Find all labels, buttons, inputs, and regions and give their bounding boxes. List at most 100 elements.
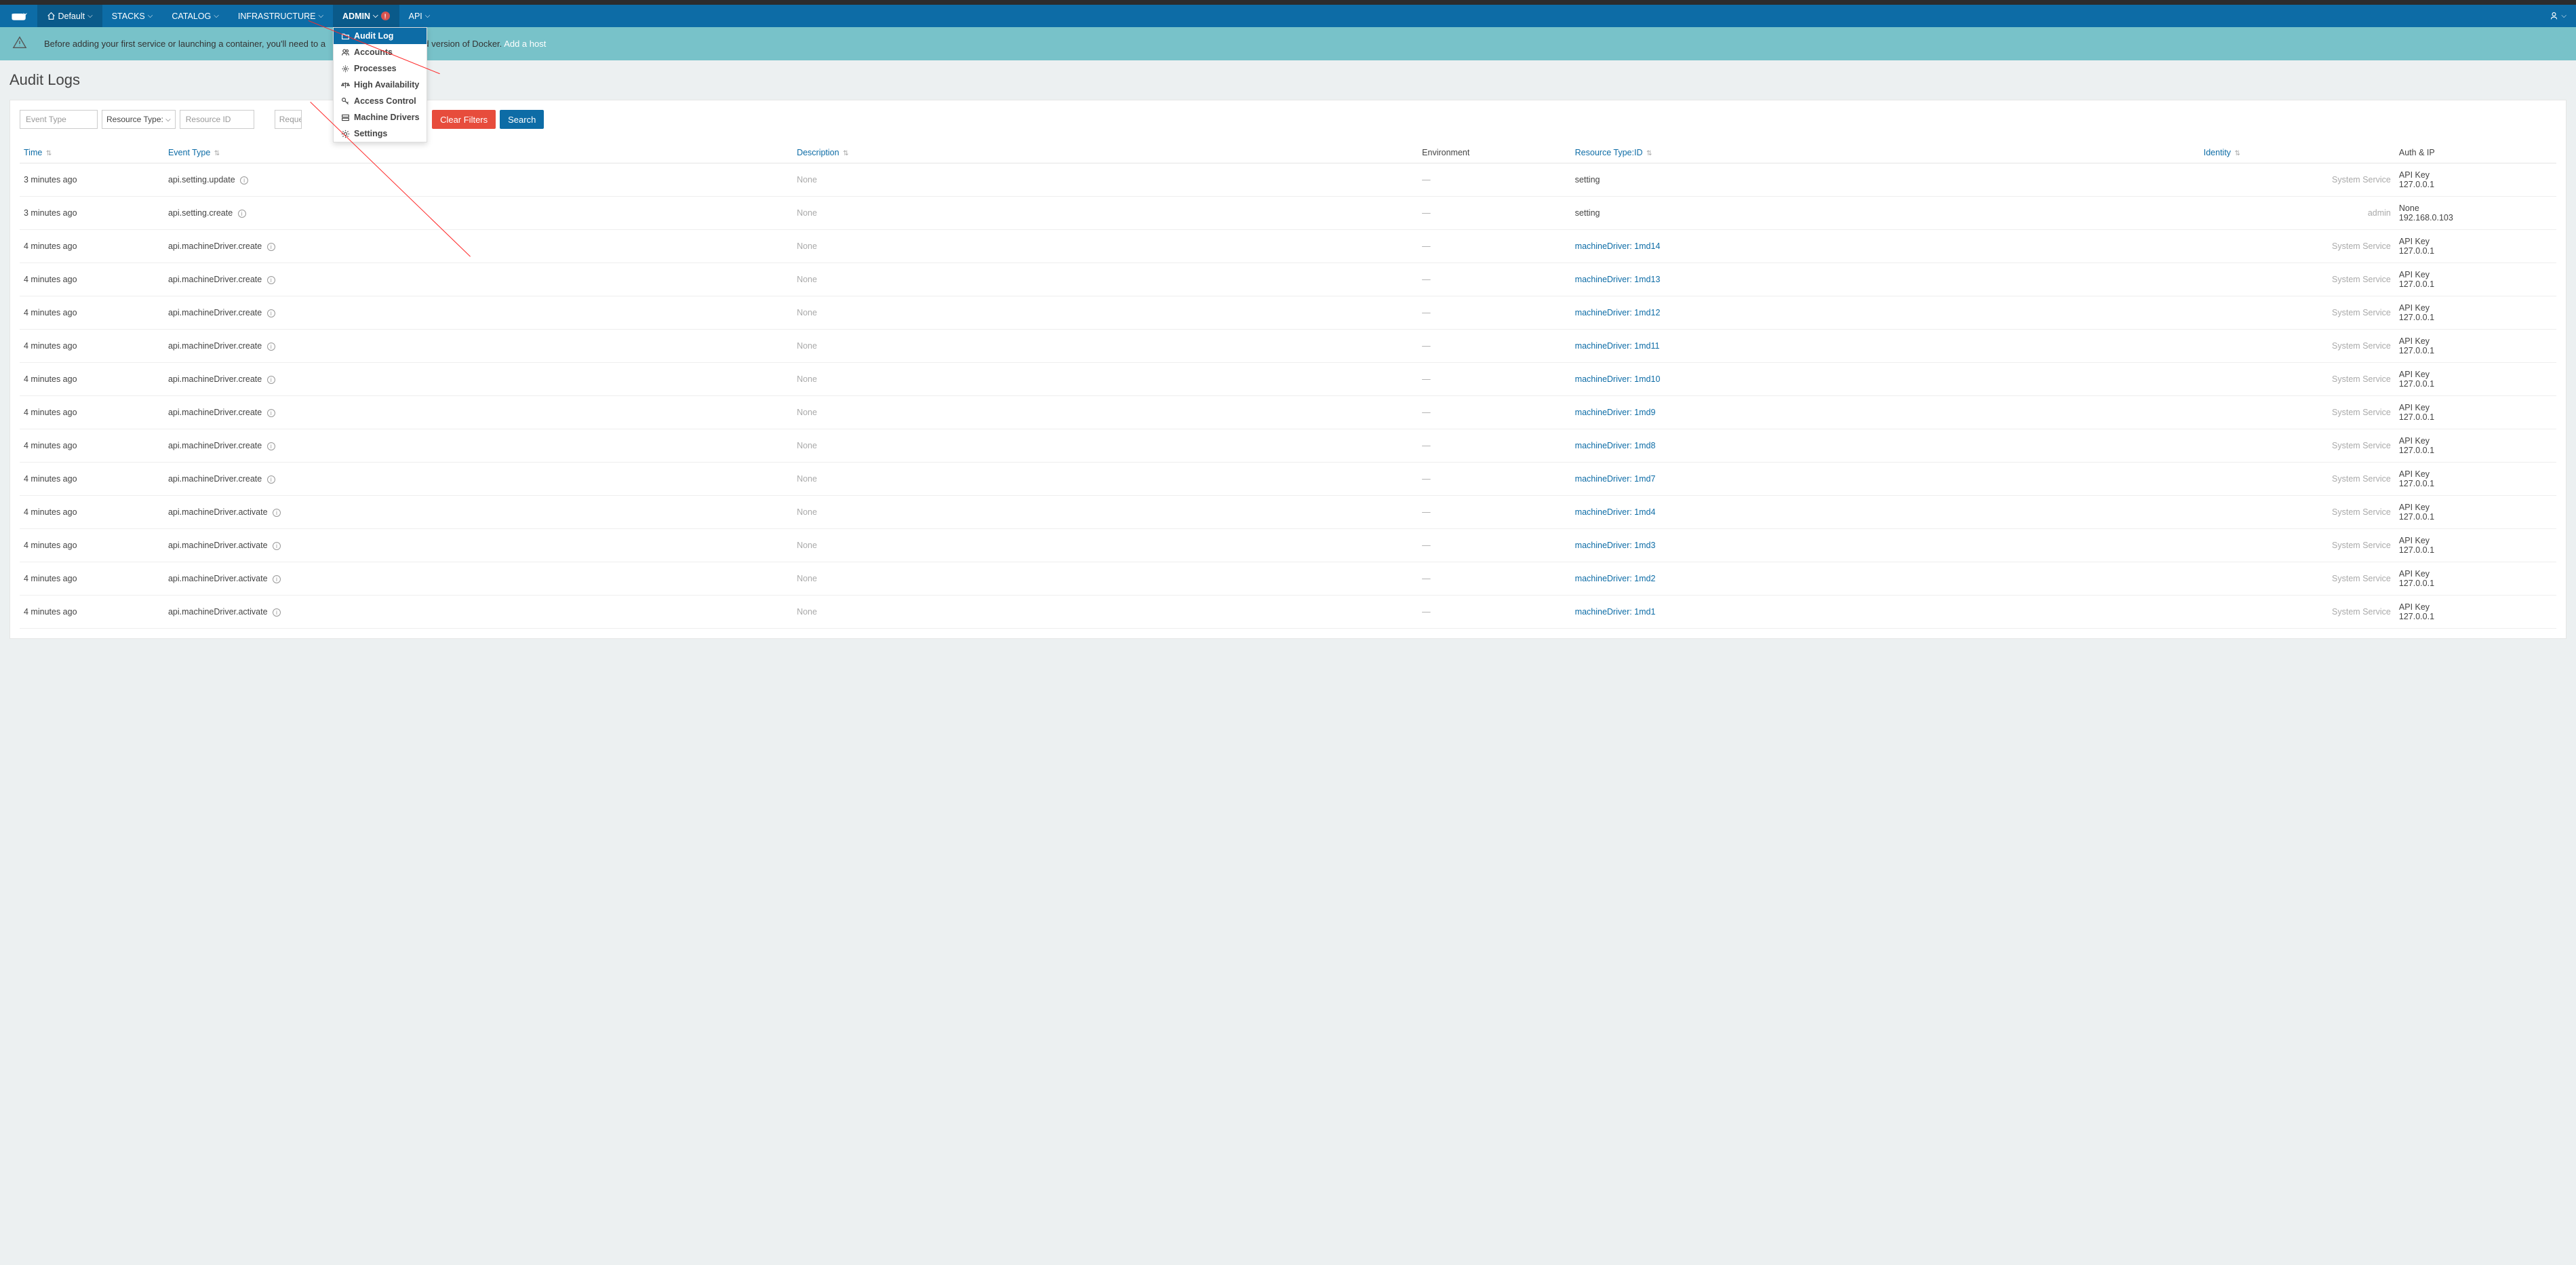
search-button[interactable]: Search bbox=[500, 110, 544, 129]
info-icon[interactable]: i bbox=[267, 376, 275, 384]
environment-selector[interactable]: Default ⌵ bbox=[37, 5, 102, 27]
cell-resource: machineDriver: 1md11 bbox=[1571, 330, 2200, 363]
cell-event: api.machineDriver.activate i bbox=[164, 596, 793, 629]
requested-input[interactable]: Reques bbox=[275, 110, 302, 129]
cell-time: 4 minutes ago bbox=[20, 529, 164, 562]
cell-env: — bbox=[1418, 296, 1571, 330]
col-time[interactable]: Time ⇅ bbox=[20, 142, 164, 163]
browser-top-strip bbox=[0, 0, 2576, 5]
info-icon[interactable]: i bbox=[267, 276, 275, 284]
cell-identity: System Service bbox=[2200, 230, 2395, 263]
cell-event: api.machineDriver.create i bbox=[164, 363, 793, 396]
cell-event: api.machineDriver.create i bbox=[164, 429, 793, 463]
cell-identity: System Service bbox=[2200, 562, 2395, 596]
resource-link[interactable]: machineDriver: 1md12 bbox=[1575, 308, 1661, 317]
info-icon[interactable]: i bbox=[273, 509, 281, 517]
resource-link[interactable]: machineDriver: 1md9 bbox=[1575, 408, 1656, 417]
menu-high-availability[interactable]: High Availability bbox=[334, 77, 427, 93]
cell-desc: None bbox=[793, 529, 1418, 562]
col-event-type[interactable]: Event Type ⇅ bbox=[164, 142, 793, 163]
chevron-down-icon: ⌵ bbox=[2561, 12, 2567, 20]
resource-link[interactable]: machineDriver: 1md8 bbox=[1575, 441, 1656, 450]
cell-auth: API Key127.0.0.1 bbox=[2395, 363, 2556, 396]
info-icon[interactable]: i bbox=[267, 442, 275, 450]
info-icon[interactable]: i bbox=[267, 243, 275, 251]
menu-audit-log[interactable]: Audit Log bbox=[334, 28, 427, 44]
resource-link[interactable]: machineDriver: 1md10 bbox=[1575, 374, 1661, 384]
menu-processes[interactable]: Processes bbox=[334, 60, 427, 77]
user-menu[interactable]: ⌵ bbox=[2540, 5, 2576, 27]
cell-identity: System Service bbox=[2200, 429, 2395, 463]
cell-auth: API Key127.0.0.1 bbox=[2395, 330, 2556, 363]
nav-infrastructure[interactable]: INFRASTRUCTURE⌵ bbox=[229, 5, 333, 27]
table-row: 4 minutes agoapi.machineDriver.create iN… bbox=[20, 463, 2556, 496]
menu-settings[interactable]: Settings bbox=[334, 125, 427, 142]
cell-env: — bbox=[1418, 496, 1571, 529]
col-description[interactable]: Description ⇅ bbox=[793, 142, 1418, 163]
cell-desc: None bbox=[793, 596, 1418, 629]
logo[interactable] bbox=[0, 5, 37, 27]
cell-desc: None bbox=[793, 496, 1418, 529]
scale-icon bbox=[340, 80, 350, 90]
cell-time: 3 minutes ago bbox=[20, 197, 164, 230]
resource-text: setting bbox=[1575, 175, 1600, 184]
info-icon[interactable]: i bbox=[267, 409, 275, 417]
env-label: Default bbox=[58, 12, 85, 21]
resource-link[interactable]: machineDriver: 1md4 bbox=[1575, 507, 1656, 517]
resource-type-select[interactable]: Resource Type: ⌵ bbox=[102, 110, 176, 129]
info-icon[interactable]: i bbox=[273, 575, 281, 583]
info-icon[interactable]: i bbox=[273, 542, 281, 550]
nav-api[interactable]: API⌵ bbox=[399, 5, 440, 27]
resource-link[interactable]: machineDriver: 1md1 bbox=[1575, 607, 1656, 617]
resource-link[interactable]: machineDriver: 1md7 bbox=[1575, 474, 1656, 484]
audit-log-table: Time ⇅ Event Type ⇅ Description ⇅ Enviro… bbox=[20, 142, 2556, 629]
cell-auth: API Key127.0.0.1 bbox=[2395, 529, 2556, 562]
info-icon[interactable]: i bbox=[267, 475, 275, 484]
menu-machine-drivers[interactable]: Machine Drivers bbox=[334, 109, 427, 125]
table-row: 4 minutes agoapi.machineDriver.create iN… bbox=[20, 230, 2556, 263]
cell-identity: System Service bbox=[2200, 163, 2395, 197]
col-identity[interactable]: Identity ⇅ bbox=[2200, 142, 2395, 163]
info-icon[interactable]: i bbox=[267, 343, 275, 351]
table-row: 4 minutes agoapi.machineDriver.create iN… bbox=[20, 429, 2556, 463]
info-icon[interactable]: i bbox=[238, 210, 246, 218]
add-host-link[interactable]: Add a host bbox=[504, 39, 546, 49]
resource-link[interactable]: machineDriver: 1md3 bbox=[1575, 541, 1656, 550]
info-icon[interactable]: i bbox=[240, 176, 248, 184]
cell-identity: System Service bbox=[2200, 330, 2395, 363]
cell-resource: machineDriver: 1md3 bbox=[1571, 529, 2200, 562]
table-row: 4 minutes agoapi.machineDriver.create iN… bbox=[20, 396, 2556, 429]
resource-link[interactable]: machineDriver: 1md14 bbox=[1575, 241, 1661, 251]
cell-resource: machineDriver: 1md8 bbox=[1571, 429, 2200, 463]
cell-desc: None bbox=[793, 363, 1418, 396]
table-row: 4 minutes agoapi.machineDriver.create iN… bbox=[20, 363, 2556, 396]
cell-auth: API Key127.0.0.1 bbox=[2395, 496, 2556, 529]
settings-icon bbox=[340, 129, 350, 138]
cell-event: api.setting.update i bbox=[164, 163, 793, 197]
menu-accounts[interactable]: Accounts bbox=[334, 44, 427, 60]
nav-stacks[interactable]: STACKS⌵ bbox=[102, 5, 163, 27]
event-type-input[interactable] bbox=[20, 110, 98, 129]
cell-time: 4 minutes ago bbox=[20, 230, 164, 263]
resource-text: setting bbox=[1575, 208, 1600, 218]
clear-filters-button[interactable]: Clear Filters bbox=[432, 110, 496, 129]
cell-resource: machineDriver: 1md9 bbox=[1571, 396, 2200, 429]
cell-time: 4 minutes ago bbox=[20, 429, 164, 463]
col-resource[interactable]: Resource Type:ID ⇅ bbox=[1571, 142, 2200, 163]
chevron-down-icon: ⌵ bbox=[148, 12, 153, 20]
resource-link[interactable]: machineDriver: 1md2 bbox=[1575, 574, 1656, 583]
menu-access-control[interactable]: Access Control bbox=[334, 93, 427, 109]
resource-link[interactable]: machineDriver: 1md11 bbox=[1575, 341, 1660, 351]
sort-icon: ⇅ bbox=[214, 150, 220, 157]
nav-catalog[interactable]: CATALOG⌵ bbox=[162, 5, 228, 27]
folder-icon bbox=[340, 31, 350, 41]
cell-event: api.machineDriver.create i bbox=[164, 396, 793, 429]
cell-event: api.machineDriver.create i bbox=[164, 296, 793, 330]
cell-time: 3 minutes ago bbox=[20, 163, 164, 197]
resource-id-input[interactable] bbox=[180, 110, 254, 129]
info-icon[interactable]: i bbox=[267, 309, 275, 317]
info-icon[interactable]: i bbox=[273, 608, 281, 617]
nav-admin[interactable]: ADMIN⌵ ! Audit Log Accounts Processes Hi… bbox=[333, 5, 399, 27]
resource-link[interactable]: machineDriver: 1md13 bbox=[1575, 275, 1661, 284]
audit-log-card: Resource Type: ⌵ Reques Type: ⌵ Clear Fi… bbox=[9, 100, 2567, 639]
